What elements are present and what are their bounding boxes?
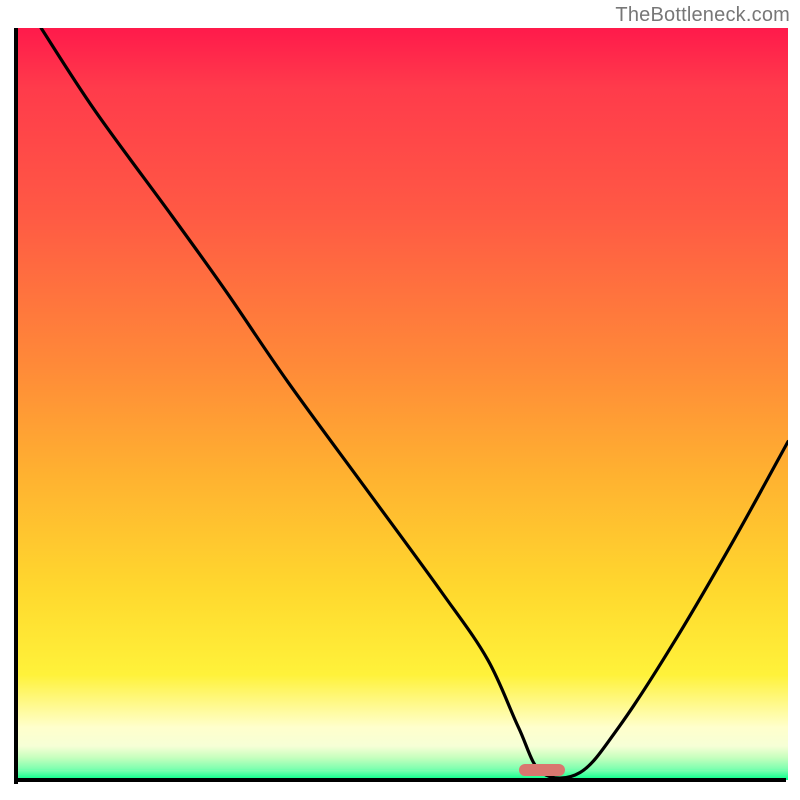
y-axis — [14, 28, 18, 784]
plot-area — [18, 28, 788, 780]
watermark-label: TheBottleneck.com — [615, 4, 790, 27]
chart-canvas: TheBottleneck.com — [0, 0, 800, 800]
bottleneck-curve — [18, 28, 788, 780]
optimal-marker — [519, 764, 565, 776]
x-axis — [14, 778, 786, 782]
